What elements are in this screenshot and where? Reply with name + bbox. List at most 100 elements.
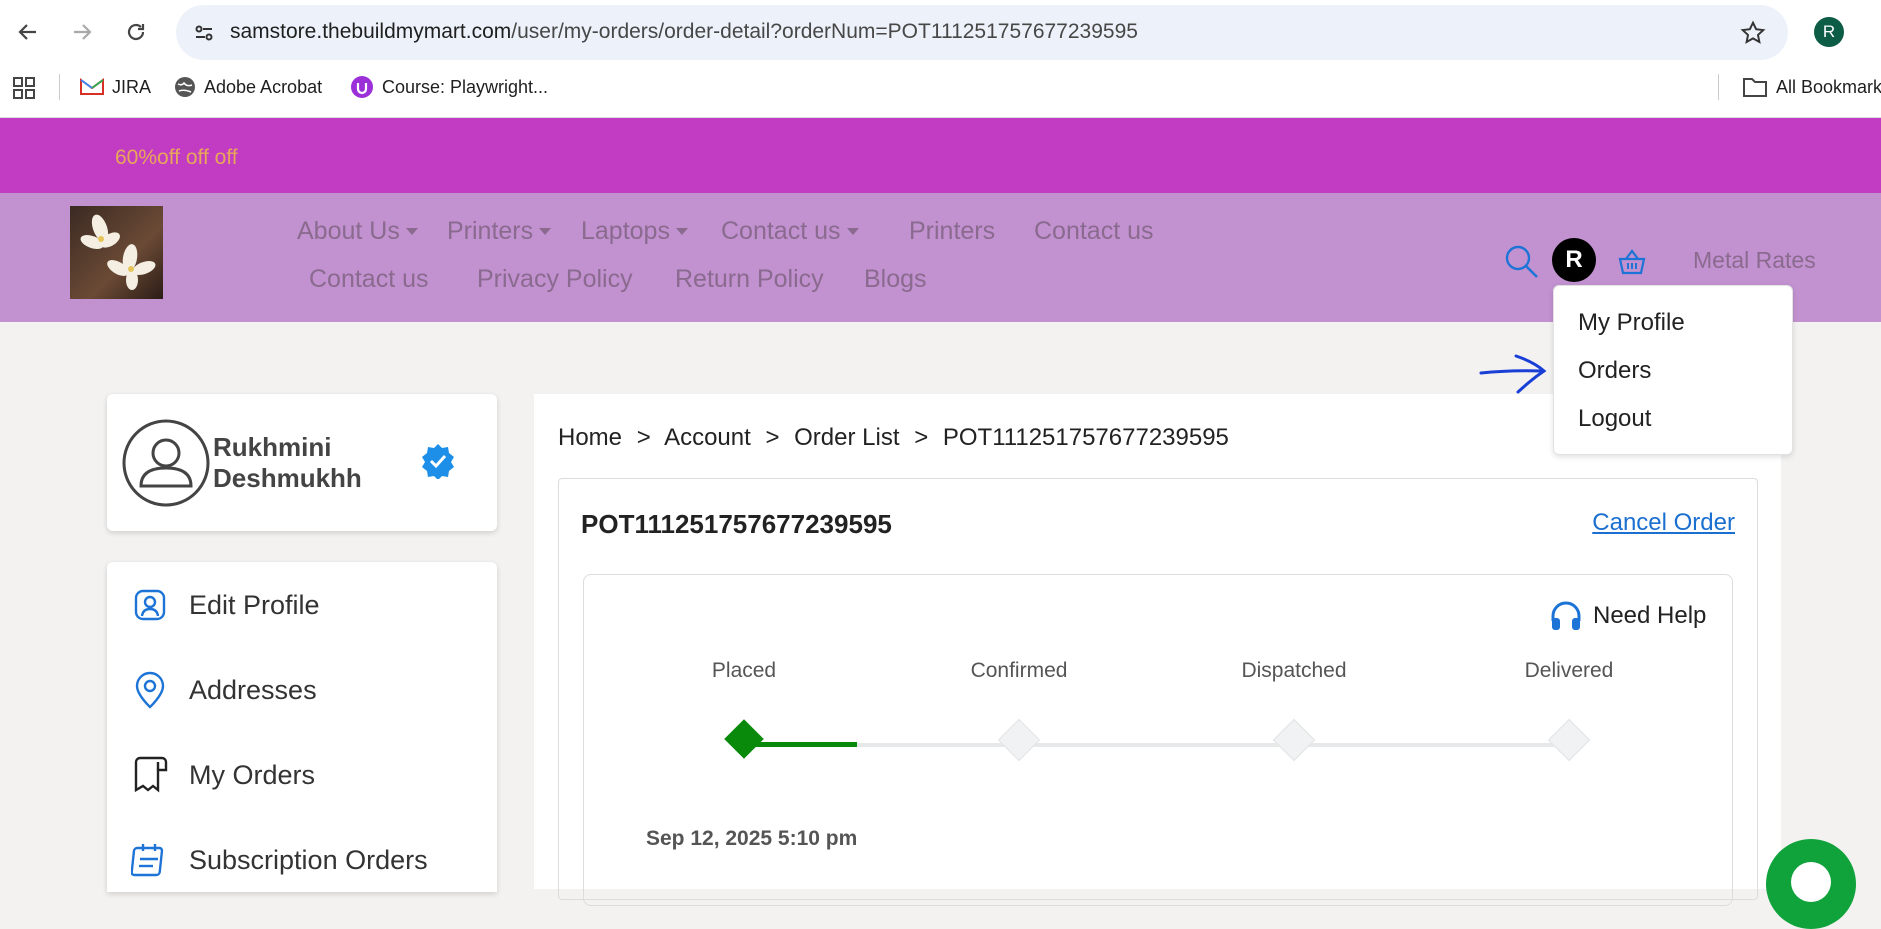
step-marker-delivered <box>1547 718 1591 762</box>
progress-track <box>742 743 1569 747</box>
calendar-note-icon <box>129 839 171 881</box>
sidebar-item-addresses[interactable]: Addresses <box>129 669 317 711</box>
bookmark-course-playwright[interactable]: Course: Playwright... <box>350 74 548 100</box>
bookmark-label: JIRA <box>112 76 152 97</box>
verified-badge-icon <box>422 444 454 479</box>
sidebar-item-subscription-orders[interactable]: Subscription Orders <box>129 839 428 881</box>
url-text[interactable]: samstore.thebuildmymart.com/user/my-orde… <box>230 20 1138 44</box>
user-square-icon <box>129 584 171 626</box>
headphones-icon <box>1551 601 1581 630</box>
bookmark-label: Adobe Acrobat <box>204 76 323 97</box>
step-marker-dispatched <box>1272 718 1316 762</box>
need-help-button[interactable]: Need Help <box>1549 599 1706 633</box>
need-help-label: Need Help <box>1593 602 1707 629</box>
breadcrumb-order-list[interactable]: Order List <box>794 424 899 451</box>
breadcrumb-separator: > <box>914 424 929 451</box>
breadcrumb-separator: > <box>636 424 651 451</box>
nav-blogs[interactable]: Blogs <box>864 265 927 294</box>
promo-text: 60%off off off <box>115 146 238 169</box>
back-button[interactable] <box>10 14 46 50</box>
sidebar-item-label: Edit Profile <box>189 589 320 620</box>
step-label-dispatched: Dispatched <box>1241 659 1347 682</box>
site-settings-icon[interactable] <box>192 21 216 45</box>
step-label-placed: Placed <box>711 659 777 682</box>
breadcrumb: Home > Account > Order List > POT1112517… <box>558 424 1229 452</box>
back-arrow-icon <box>18 24 36 40</box>
cart-basket-icon[interactable] <box>1617 248 1647 276</box>
all-bookmarks[interactable]: All Bookmarks <box>1742 74 1881 100</box>
location-pin-icon <box>129 669 171 711</box>
order-number: POT111251757677239595 <box>581 509 892 539</box>
forward-arrow-icon <box>74 24 92 40</box>
all-bookmarks-label: All Bookmarks <box>1776 76 1881 97</box>
profile-first-name: Rukhmini <box>213 432 332 462</box>
user-avatar-icon <box>122 419 210 507</box>
profile-last-name: Deshmukhh <box>213 463 362 493</box>
nav-label: Laptops <box>581 217 670 245</box>
bookmark-jira[interactable]: JIRA <box>80 74 151 100</box>
site-logo[interactable] <box>70 206 163 299</box>
nav-label: Contact us <box>309 265 429 293</box>
metal-rates-link[interactable]: Metal Rates <box>1693 247 1816 274</box>
user-avatar-button[interactable]: R <box>1552 238 1596 282</box>
nav-privacy-policy[interactable]: Privacy Policy <box>477 265 633 294</box>
nav-contact-us-2[interactable]: Contact us <box>309 265 429 294</box>
globe-icon <box>175 77 195 97</box>
cancel-order-link[interactable]: Cancel Order <box>1592 509 1735 537</box>
nav-label: Printers <box>909 217 996 245</box>
sidebar-item-my-orders[interactable]: My Orders <box>129 754 315 796</box>
nav-label: Return Policy <box>675 265 824 293</box>
order-tracker: Need Help Placed Confirmed Dispatched De… <box>583 574 1733 906</box>
nav-about-us[interactable]: About Us <box>297 217 418 246</box>
nav-contact-us[interactable]: Contact us <box>1034 217 1154 246</box>
nav-laptops-dropdown[interactable]: Laptops <box>581 217 688 246</box>
browser-chrome: samstore.thebuildmymart.com/user/my-orde… <box>0 0 1881 118</box>
apps-grid-icon[interactable] <box>12 76 36 100</box>
receipt-icon <box>129 754 171 796</box>
url-path: /user/my-orders/order-detail?orderNum=PO… <box>511 20 1138 43</box>
promo-banner: 60%off off off <box>0 118 1881 193</box>
forward-button[interactable] <box>64 14 100 50</box>
sidebar-item-label: Subscription Orders <box>189 844 428 875</box>
sidebar-item-edit-profile[interactable]: Edit Profile <box>129 584 320 626</box>
folder-icon <box>1743 78 1767 97</box>
chevron-down-icon <box>675 228 688 235</box>
menu-item-orders[interactable]: Orders <box>1578 357 1651 385</box>
menu-item-my-profile[interactable]: My Profile <box>1578 309 1685 337</box>
url-host: samstore.thebuildmymart.com <box>230 20 512 43</box>
chat-bubble-icon <box>1791 862 1831 902</box>
nav-printers[interactable]: Printers <box>909 217 995 246</box>
bookmark-divider <box>59 74 60 100</box>
menu-item-logout[interactable]: Logout <box>1578 405 1651 433</box>
bookmark-label: Course: Playwright... <box>382 76 549 97</box>
breadcrumb-current: POT111251757677239595 <box>942 424 1229 451</box>
bookmark-divider-right <box>1718 74 1719 100</box>
nav-contact-us-dropdown[interactable]: Contact us <box>721 217 859 246</box>
reload-icon <box>127 23 145 41</box>
address-bar[interactable]: samstore.thebuildmymart.com/user/my-orde… <box>176 5 1788 60</box>
sidebar-item-label: Addresses <box>189 674 317 705</box>
step-marker-confirmed <box>997 718 1041 762</box>
profile-card: Rukhmini Deshmukhh <box>107 394 497 531</box>
search-icon[interactable] <box>1504 244 1540 280</box>
nav-label: Blogs <box>864 265 927 293</box>
browser-profile-avatar[interactable]: R <box>1814 17 1844 47</box>
reload-button[interactable] <box>118 14 154 50</box>
nav-return-policy[interactable]: Return Policy <box>675 265 824 294</box>
step-marker-placed <box>724 719 764 759</box>
chevron-down-icon <box>846 228 859 235</box>
course-icon <box>351 76 373 98</box>
bookmark-adobe-acrobat[interactable]: Adobe Acrobat <box>174 74 322 100</box>
chat-widget-button[interactable] <box>1766 839 1856 929</box>
breadcrumb-home[interactable]: Home <box>558 424 622 451</box>
bookmark-star-icon[interactable] <box>1740 20 1766 46</box>
order-card: POT111251757677239595 Cancel Order Need … <box>558 478 1758 906</box>
user-dropdown-menu: My Profile Orders Logout <box>1553 285 1793 455</box>
nav-label: Printers <box>447 217 534 245</box>
sidebar-menu: Edit Profile Addresses My Orders Subscri… <box>107 562 497 892</box>
nav-printers-dropdown[interactable]: Printers <box>447 217 552 246</box>
step-label-delivered: Delivered <box>1524 659 1614 682</box>
nav-label: Privacy Policy <box>477 265 633 293</box>
breadcrumb-account[interactable]: Account <box>664 424 751 451</box>
orchid-logo-icon <box>80 214 156 290</box>
